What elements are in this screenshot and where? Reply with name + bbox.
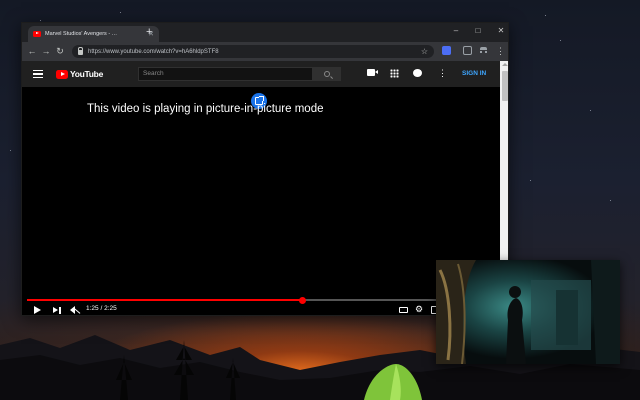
hamburger-menu-icon[interactable] (33, 70, 43, 78)
pip-video-frame (436, 260, 620, 364)
settings-gear-icon[interactable]: ⚙ (415, 305, 423, 314)
plus-icon[interactable]: + (146, 27, 152, 38)
next-video-icon[interactable] (53, 307, 61, 314)
search-input[interactable]: Search (138, 67, 313, 81)
scrollbar-thumb[interactable] (502, 71, 508, 101)
search-button[interactable] (313, 67, 341, 81)
bookmark-star-icon[interactable]: ☆ (421, 47, 428, 56)
time-display: 1:25 / 2:25 (86, 305, 117, 312)
forward-arrow-icon[interactable]: → (41, 45, 51, 57)
sign-in-button[interactable]: SIGN IN (462, 70, 486, 77)
play-icon[interactable] (34, 306, 41, 314)
pip-extension-icon[interactable] (442, 46, 451, 55)
incognito-icon[interactable] (479, 46, 488, 55)
tab-title: Marvel Studios' Avengers - … (45, 31, 118, 37)
cast-icon[interactable] (463, 46, 472, 55)
close-window-button[interactable]: ✕ (494, 25, 508, 37)
progress-bar[interactable] (27, 296, 497, 304)
captions-icon[interactable] (399, 307, 408, 313)
create-video-icon[interactable] (367, 69, 378, 76)
maximize-button[interactable]: □ (471, 25, 485, 37)
apps-grid-icon[interactable] (390, 69, 399, 78)
messages-icon[interactable] (413, 69, 422, 77)
browser-menu-icon[interactable]: ⋮ (496, 45, 505, 57)
browser-toolbar: ← → ↻ https://www.youtube.com/watch?v=hA… (22, 42, 508, 61)
youtube-logo-text: YouTube (70, 69, 103, 79)
minimize-button[interactable]: – (449, 25, 463, 37)
search-icon (324, 70, 330, 77)
tab-youtube-video[interactable]: Marvel Studios' Avengers - … ✕ (28, 26, 159, 42)
youtube-play-icon (56, 69, 68, 79)
back-arrow-icon[interactable]: ← (27, 45, 37, 57)
pip-status-message: This video is playing in picture-in-pict… (87, 103, 324, 115)
scrubber-handle[interactable] (299, 296, 307, 304)
address-bar[interactable]: https://www.youtube.com/watch?v=hA6hldpS… (72, 45, 434, 58)
scroll-up-arrow-icon[interactable] (502, 63, 508, 66)
url-text[interactable]: https://www.youtube.com/watch?v=hA6hldpS… (88, 49, 416, 55)
picture-in-picture-window[interactable] (436, 260, 620, 364)
reload-icon[interactable]: ↻ (55, 45, 65, 57)
more-options-icon[interactable]: ⋮ (438, 67, 447, 79)
youtube-logo[interactable]: YouTube (56, 69, 103, 79)
progress-played (27, 299, 303, 301)
tab-strip: Marvel Studios' Avengers - … ✕ + – □ ✕ (22, 23, 508, 42)
video-player[interactable]: This video is playing in picture-in-pict… (22, 87, 500, 315)
lock-icon[interactable] (78, 50, 83, 55)
youtube-favicon-icon (33, 31, 41, 37)
youtube-masthead: YouTube Search ⋮ SIGN IN (22, 61, 500, 87)
tent-image (364, 364, 422, 400)
muted-volume-icon[interactable] (70, 306, 80, 315)
